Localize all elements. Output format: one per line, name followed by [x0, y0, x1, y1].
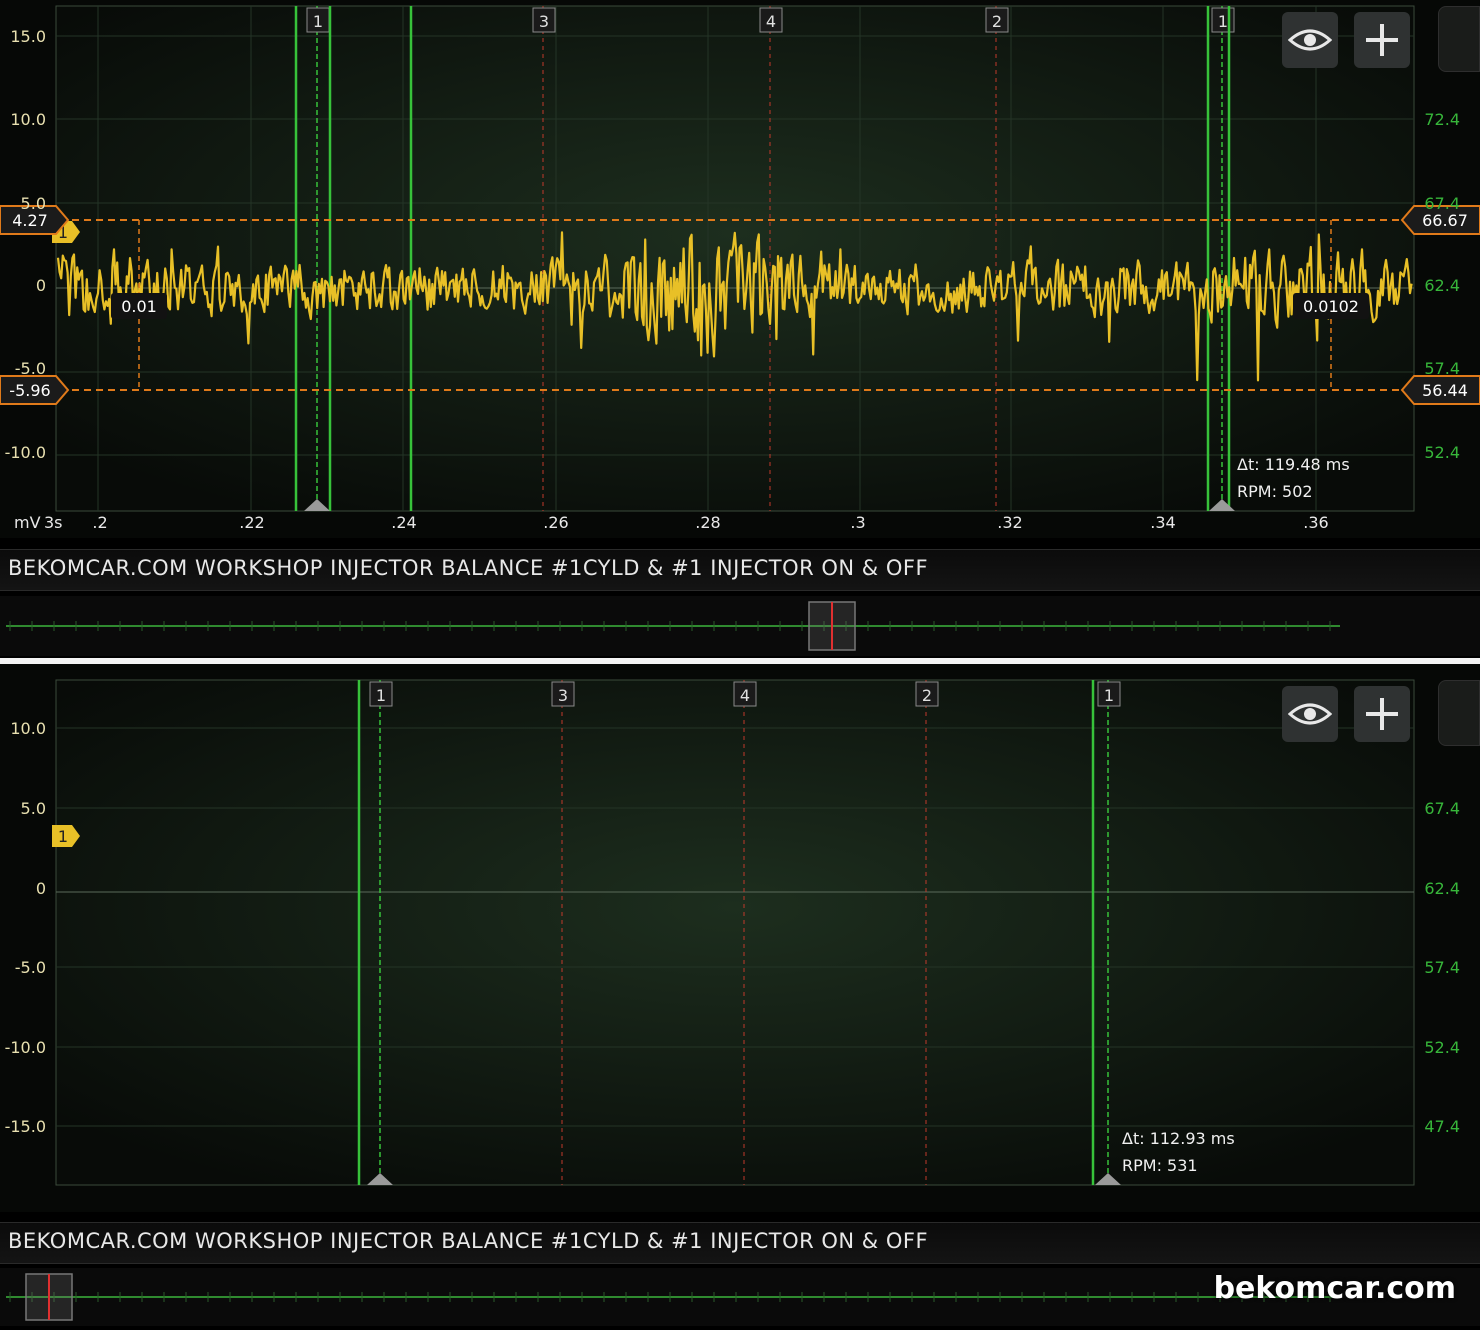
right-axis-tick: 67.4: [1424, 194, 1460, 213]
side-drawer-handle[interactable]: [1438, 680, 1480, 746]
cylinder-marker-label: 4: [740, 686, 750, 705]
side-drawer-handle[interactable]: [1438, 6, 1480, 72]
brand-watermark: bekomcar.com: [1213, 1271, 1456, 1306]
view-button[interactable]: [1282, 12, 1338, 68]
cylinder-marker-label: 3: [539, 12, 549, 31]
x-axis-tick: .3: [850, 513, 865, 532]
x-axis-tick: .28: [695, 513, 720, 532]
left-axis-tick: -10.0: [5, 443, 46, 462]
left-axis-tick: 0: [36, 276, 46, 295]
left-axis-tick: -15.0: [5, 1117, 46, 1136]
rpm-readout: RPM: 502: [1237, 482, 1313, 501]
plus-icon: [1366, 698, 1398, 730]
measure-value-right: 56.44: [1422, 381, 1468, 400]
left-axis-unit: mV: [14, 513, 41, 532]
right-axis-tick: 67.4: [1424, 799, 1460, 818]
cylinder-marker-label: 1: [376, 686, 386, 705]
cylinder-marker-label: 2: [922, 686, 932, 705]
right-axis-tick: 72.4: [1424, 110, 1460, 129]
scope-panel-2: 1 3 4 2 1 1 10.0 5.0 0 -5.0 -10.0 -15.0 67.4 62.4 57…: [0, 664, 1480, 1212]
view-button[interactable]: [1282, 686, 1338, 742]
cylinder-marker-label: 1: [313, 12, 323, 31]
scope-chart-1[interactable]: 13421 1 4.27 66.67-5.96 56.440.01 0.0102 15…: [0, 0, 1480, 538]
cylinder-marker-label: 1: [1104, 686, 1114, 705]
cylinder-marker-label: 1: [1218, 12, 1228, 31]
x-axis-tick: .34: [1150, 513, 1175, 532]
right-axis-tick: 62.4: [1424, 276, 1460, 295]
right-axis-tick: 57.4: [1424, 958, 1460, 977]
left-axis-tick: -5.0: [15, 958, 46, 977]
delta-time-readout: Δt: 112.93 ms: [1122, 1129, 1235, 1148]
x-axis-tick: .22: [239, 513, 264, 532]
measure-delta-value: 0.01: [121, 297, 157, 316]
left-axis-tick: 10.0: [10, 719, 46, 738]
add-button[interactable]: [1354, 12, 1410, 68]
right-axis-tick: 57.4: [1424, 359, 1460, 378]
channel-title-1: BEKOMCAR.COM WORKSHOP INJECTOR BALANCE #…: [8, 556, 929, 580]
scope-panel-1: 13421 1 4.27 66.67 -5.96 56.44 0.01 0.0102 15…: [0, 0, 1480, 538]
left-axis-tick: 10.0: [10, 110, 46, 129]
x-axis-tick: .2: [92, 513, 107, 532]
right-axis-tick: 47.4: [1424, 1117, 1460, 1136]
right-axis-tick: 62.4: [1424, 879, 1460, 898]
overview-scrubber-1[interactable]: [0, 596, 1480, 656]
channel-title-2: BEKOMCAR.COM WORKSHOP INJECTOR BALANCE #…: [8, 1229, 929, 1253]
scope-chart-2[interactable]: 1 3 4 2 1 1 10.0 5.0 0 -5.0 -10.0 -15.0 67.4 62.4 57…: [0, 664, 1480, 1212]
plus-icon: [1366, 24, 1398, 56]
x-axis-tick: .32: [997, 513, 1022, 532]
x-axis-tick: .24: [391, 513, 416, 532]
eye-icon: [1288, 703, 1332, 725]
measure-value-left: -5.96: [9, 381, 50, 400]
left-axis-tick: 5.0: [21, 194, 46, 213]
left-axis-tick: -5.0: [15, 359, 46, 378]
add-button[interactable]: [1354, 686, 1410, 742]
measure-delta-value: 0.0102: [1303, 297, 1359, 316]
cylinder-marker-label: 3: [558, 686, 568, 705]
measure-value-left: 4.27: [12, 211, 48, 230]
overview-track-1[interactable]: [0, 596, 1480, 656]
x-axis-tick: .26: [543, 513, 568, 532]
left-axis-tick: 0: [36, 879, 46, 898]
measure-value-right: 66.67: [1422, 211, 1468, 230]
cylinder-marker-label: 4: [766, 12, 776, 31]
left-axis-tick: 5.0: [21, 799, 46, 818]
channel-title-bar-1: BEKOMCAR.COM WORKSHOP INJECTOR BALANCE #…: [0, 549, 1480, 591]
channel-marker-label: 1: [58, 827, 68, 846]
channel-title-bar-2: BEKOMCAR.COM WORKSHOP INJECTOR BALANCE #…: [0, 1222, 1480, 1264]
rpm-readout: RPM: 531: [1122, 1156, 1198, 1175]
left-axis-tick: 15.0: [10, 27, 46, 46]
x-axis-tick: 3s: [44, 513, 63, 532]
cylinder-marker-label: 2: [992, 12, 1002, 31]
left-axis-tick: -10.0: [5, 1038, 46, 1057]
delta-time-readout: Δt: 119.48 ms: [1237, 455, 1350, 474]
eye-icon: [1288, 29, 1332, 51]
x-axis-tick: .36: [1303, 513, 1328, 532]
right-axis-tick: 52.4: [1424, 443, 1460, 462]
right-axis-tick: 52.4: [1424, 1038, 1460, 1057]
